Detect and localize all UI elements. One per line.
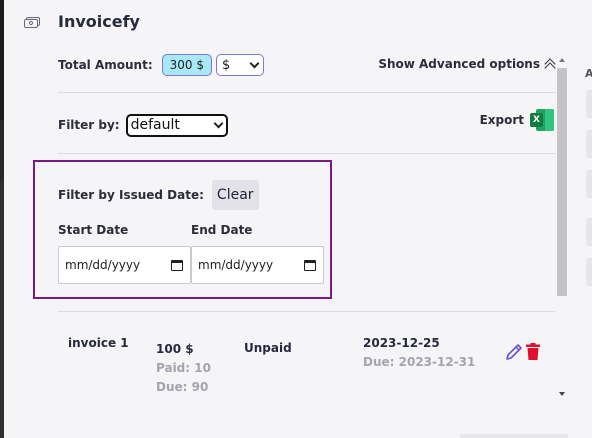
export-button[interactable]: Export X <box>480 109 554 131</box>
invoice-name: invoice 1 <box>68 336 129 350</box>
scrollbar-thumb[interactable] <box>557 68 567 296</box>
right-panel-item[interactable] <box>586 258 592 286</box>
issued-date-filter-panel: Filter by Issued Date: Clear Start Date … <box>33 160 332 299</box>
total-amount-badge: 300 $ <box>161 54 212 76</box>
right-panel-letter: A <box>585 67 592 80</box>
chevron-down-icon <box>213 118 224 128</box>
end-date-label: End Date <box>191 223 253 237</box>
scroll-up-arrow-icon[interactable] <box>559 58 565 62</box>
end-date-placeholder: mm/dd/yyyy <box>198 258 274 272</box>
left-edge-segment <box>0 120 4 182</box>
left-edge-segment <box>0 182 4 438</box>
start-date-input[interactable]: mm/dd/yyyy <box>58 246 191 284</box>
left-window-edge <box>0 0 4 438</box>
chevron-down-icon <box>249 58 260 68</box>
edit-pencil-icon[interactable] <box>504 342 524 362</box>
right-panel-item[interactable] <box>586 130 592 158</box>
right-panel-item[interactable] <box>586 90 592 118</box>
issued-date-filter-title: Filter by Issued Date: <box>58 188 204 202</box>
filter-by-value: default <box>130 117 180 133</box>
clear-button[interactable]: Clear <box>211 180 259 210</box>
total-amount-row: Total Amount: 300 $ $ Show Advanced opti… <box>58 53 556 77</box>
currency-select[interactable]: $ <box>215 54 264 76</box>
start-date-label: Start Date <box>58 223 129 237</box>
filter-by-select[interactable]: default <box>125 113 228 137</box>
invoice-status: Unpaid <box>244 341 292 355</box>
bottom-partial-element <box>460 434 568 438</box>
divider <box>58 311 555 312</box>
currency-value: $ <box>221 57 231 73</box>
calendar-icon[interactable] <box>304 259 316 271</box>
vertical-scrollbar[interactable] <box>556 56 568 400</box>
show-advanced-options-toggle[interactable]: Show Advanced options <box>378 57 556 74</box>
invoice-amount: 100 $ <box>156 342 194 356</box>
end-date-input[interactable]: mm/dd/yyyy <box>191 246 324 284</box>
calendar-icon[interactable] <box>171 259 183 271</box>
double-chevron-up-icon <box>544 58 556 74</box>
excel-icon: X <box>530 109 554 131</box>
right-panel-item[interactable] <box>586 218 592 246</box>
invoice-due-date: Due: 2023-12-31 <box>363 355 476 369</box>
show-advanced-options-label: Show Advanced options <box>378 57 540 71</box>
divider <box>58 92 555 93</box>
filter-by-label: Filter by: <box>58 118 120 132</box>
invoice-row: invoice 1 100 $ Paid: 10 Due: 90 Unpaid … <box>58 328 556 398</box>
app-title: Invoicefy <box>58 12 140 31</box>
invoice-issued-date: 2023-12-25 <box>363 336 440 350</box>
delete-trash-icon[interactable] <box>526 343 540 360</box>
divider <box>58 153 555 154</box>
money-bills-icon <box>24 15 42 29</box>
app-header: Invoicefy <box>24 12 140 31</box>
scroll-down-arrow-icon[interactable] <box>559 392 565 396</box>
filter-row: Filter by: default Export X <box>58 109 556 137</box>
export-label: Export <box>479 113 524 127</box>
invoice-paid: Paid: 10 <box>156 361 211 375</box>
total-amount-label: Total Amount: <box>58 58 153 72</box>
invoice-due: Due: 90 <box>156 380 209 394</box>
start-date-placeholder: mm/dd/yyyy <box>65 258 141 272</box>
right-panel-item[interactable] <box>586 170 592 198</box>
